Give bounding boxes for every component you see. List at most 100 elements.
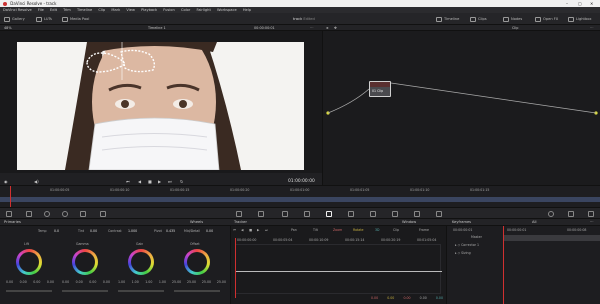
master-keyframe-track[interactable] xyxy=(503,235,600,241)
keyframes-options-icon[interactable]: ⋯ xyxy=(590,219,594,226)
track-master[interactable]: Master xyxy=(471,235,482,239)
mid-detail-value[interactable]: 0.00 xyxy=(206,229,213,233)
temp-value[interactable]: 0.0 xyxy=(54,229,59,233)
tracker-mode-selector[interactable]: Window xyxy=(402,219,416,226)
track-sizing[interactable]: ▸ ◇ Sizing xyxy=(455,251,471,255)
loop-icon[interactable]: ↻ xyxy=(180,179,183,184)
wheels-mode-selector[interactable]: Wheels xyxy=(190,219,203,226)
menu-item-fairlight[interactable]: Fairlight xyxy=(196,8,210,12)
menu-item-mark[interactable]: Mark xyxy=(111,8,120,12)
node-editor[interactable]: 01 Clip xyxy=(322,31,600,202)
menu-item-help[interactable]: Help xyxy=(243,8,251,12)
motion-effects-icon[interactable] xyxy=(100,211,106,217)
keyframes-panel: 00:00:00:01 00:00:00:01 00:00:00:08 Mast… xyxy=(446,226,600,304)
info-icon[interactable] xyxy=(588,211,594,217)
close-button[interactable]: ✕ xyxy=(590,0,593,7)
lightbox-button[interactable]: Lightbox xyxy=(568,15,591,23)
menu-item-file[interactable]: File xyxy=(38,8,44,12)
camera-raw-icon[interactable] xyxy=(6,211,12,217)
nodes-button[interactable]: Nodes xyxy=(503,15,522,23)
audio-icon[interactable]: ◉ xyxy=(4,179,8,184)
gamma-master-slider[interactable] xyxy=(62,290,108,292)
lift-master-slider[interactable] xyxy=(6,290,52,292)
track-forward-icon[interactable]: ▶ xyxy=(257,228,259,232)
pivot-value[interactable]: 0.435 xyxy=(166,229,175,233)
menu-item-clip[interactable]: Clip xyxy=(98,8,105,12)
scopes-icon[interactable] xyxy=(568,211,574,217)
menu-item-color[interactable]: Color xyxy=(181,8,190,12)
window-icon[interactable] xyxy=(304,211,310,217)
qualifier-icon[interactable] xyxy=(282,211,288,217)
rgb-mixer-icon[interactable] xyxy=(80,211,86,217)
keyframes-icon[interactable] xyxy=(548,211,554,217)
menu-item-trim[interactable]: Trim xyxy=(63,8,71,12)
go-to-start-icon[interactable]: ⏮ xyxy=(126,179,130,184)
luts-button[interactable]: LUTs xyxy=(36,15,52,23)
playhead[interactable] xyxy=(10,186,11,208)
3d-toggle[interactable]: 3D xyxy=(375,228,379,232)
corrector-node[interactable]: 01 Clip xyxy=(369,81,391,97)
color-warper-icon[interactable] xyxy=(258,211,264,217)
tracker-header: Tracker Window xyxy=(230,219,446,226)
timeline-button[interactable]: Timeline xyxy=(436,15,459,23)
menu-item-edit[interactable]: Edit xyxy=(50,8,57,12)
track-corrector-1[interactable]: ▸ ◇ Corrector 1 xyxy=(455,243,479,247)
menu-item-workspace[interactable]: Workspace xyxy=(217,8,237,12)
clip-track[interactable] xyxy=(0,197,600,202)
rotate-toggle[interactable]: Rotate xyxy=(353,228,363,232)
tracker-playhead[interactable] xyxy=(235,238,236,298)
blur-icon[interactable] xyxy=(370,211,376,217)
pan-toggle[interactable]: Pan xyxy=(291,228,297,232)
tracker-icon[interactable] xyxy=(326,211,332,217)
clips-icon xyxy=(470,16,476,22)
menu-item-view[interactable]: View xyxy=(126,8,135,12)
luts-icon xyxy=(36,16,42,22)
track-backward-icon[interactable]: ⏮ xyxy=(233,228,236,232)
offset-wheel[interactable] xyxy=(184,249,210,275)
track-reverse-icon[interactable]: ◀ xyxy=(241,228,243,232)
maximize-button[interactable]: ▢ xyxy=(578,0,582,7)
gamma-wheel[interactable] xyxy=(72,249,98,275)
magic-mask-icon[interactable] xyxy=(348,211,354,217)
menu-item-resolve[interactable]: DaVinci Resolve xyxy=(3,8,32,12)
play-icon[interactable]: ▶ xyxy=(158,179,161,184)
open-fx-button[interactable]: Open FX xyxy=(535,15,558,23)
tracker-graph[interactable] xyxy=(235,244,442,294)
curves-icon[interactable] xyxy=(236,211,242,217)
tilt-toggle[interactable]: Tilt xyxy=(313,228,318,232)
track-stop-icon[interactable]: ■ xyxy=(249,228,252,232)
zoom-toggle[interactable]: Zoom xyxy=(333,228,342,232)
tint-value[interactable]: 0.00 xyxy=(90,229,97,233)
lift-wheel[interactable] xyxy=(16,249,42,275)
go-to-end-icon[interactable]: ⏭ xyxy=(168,179,172,184)
contrast-value[interactable]: 1.000 xyxy=(128,229,137,233)
clips-button[interactable]: Clips xyxy=(470,15,487,23)
keyframes-filter[interactable]: All xyxy=(532,219,536,226)
gain-master-slider[interactable] xyxy=(118,290,164,292)
play-reverse-icon[interactable]: ◀ xyxy=(138,179,141,184)
face-image xyxy=(17,42,304,170)
menu-item-fusion[interactable]: Fusion xyxy=(163,8,175,12)
track-end-icon[interactable]: ⏭ xyxy=(265,228,268,232)
media-pool-button[interactable]: Media Pool xyxy=(62,15,89,23)
minimize-button[interactable]: – xyxy=(566,0,568,7)
hdr-icon[interactable] xyxy=(62,211,68,217)
menu-item-playback[interactable]: Playback xyxy=(141,8,157,12)
key-icon[interactable] xyxy=(392,211,398,217)
offset-master-slider[interactable] xyxy=(174,290,220,292)
frame-mode[interactable]: Frame xyxy=(419,228,429,232)
color-match-icon[interactable] xyxy=(26,211,32,217)
menu-item-timeline[interactable]: Timeline xyxy=(77,8,92,12)
gain-wheel[interactable] xyxy=(128,249,154,275)
clip-mode[interactable]: Clip xyxy=(393,228,399,232)
viewer-panel[interactable] xyxy=(0,31,322,173)
sizing-icon[interactable] xyxy=(414,211,420,217)
3d-icon[interactable] xyxy=(436,211,442,217)
gallery-button[interactable]: Gallery xyxy=(4,15,25,23)
volume-icon[interactable]: ◀) xyxy=(34,179,39,184)
stop-icon[interactable]: ■ xyxy=(148,179,152,184)
primaries-icon[interactable] xyxy=(44,211,50,217)
keyframes-playhead[interactable] xyxy=(503,226,504,304)
video-frame[interactable] xyxy=(17,42,304,170)
mini-timeline[interactable]: 01:00:00:05 01:00:00:10 01:00:00:15 01:0… xyxy=(0,185,600,208)
